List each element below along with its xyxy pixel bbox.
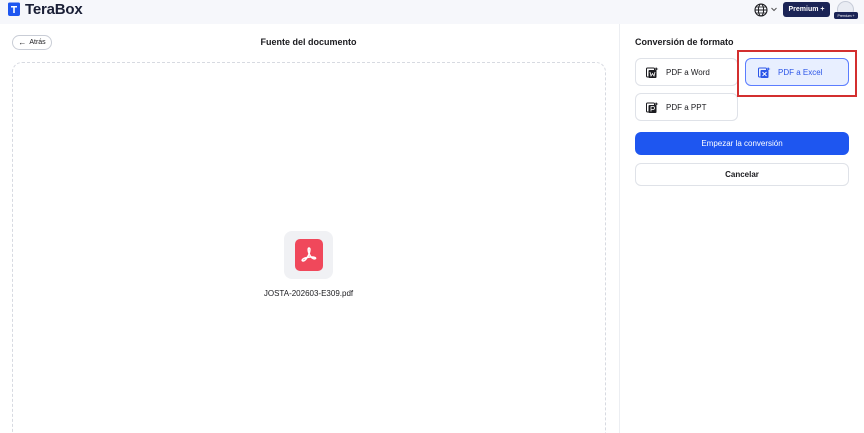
terabox-logo[interactable]: TeraBox [7, 1, 83, 18]
avatar-premium-badge: Premium + [834, 12, 858, 19]
option-pdf-to-word[interactable]: PDF a Word [635, 58, 738, 86]
pdf-to-word-icon [646, 66, 659, 78]
app-name: TeraBox [25, 1, 83, 18]
premium-button[interactable]: Premium + [783, 2, 830, 17]
globe-icon[interactable] [754, 3, 768, 17]
file-tile[interactable] [284, 231, 333, 279]
option-label: PDF a PPT [666, 102, 707, 112]
avatar[interactable]: Premium + [834, 1, 858, 19]
pdf-file-icon [294, 239, 323, 271]
file-name: JOSTA-202603-E309.pdf [263, 289, 354, 298]
chevron-down-icon[interactable] [770, 5, 778, 13]
selection-highlight-box [737, 50, 857, 97]
terabox-logo-icon [8, 2, 20, 16]
cancel-button[interactable]: Cancelar [635, 163, 849, 186]
page-title: Fuente del documento [260, 37, 357, 47]
pdf-to-ppt-icon [646, 101, 659, 113]
top-bar [0, 0, 864, 24]
option-pdf-to-ppt[interactable]: PDF a PPT [635, 93, 738, 121]
start-conversion-button[interactable]: Empezar la conversión [635, 132, 849, 155]
option-label: PDF a Word [666, 67, 710, 77]
conversion-title: Conversión de formato [635, 37, 734, 47]
